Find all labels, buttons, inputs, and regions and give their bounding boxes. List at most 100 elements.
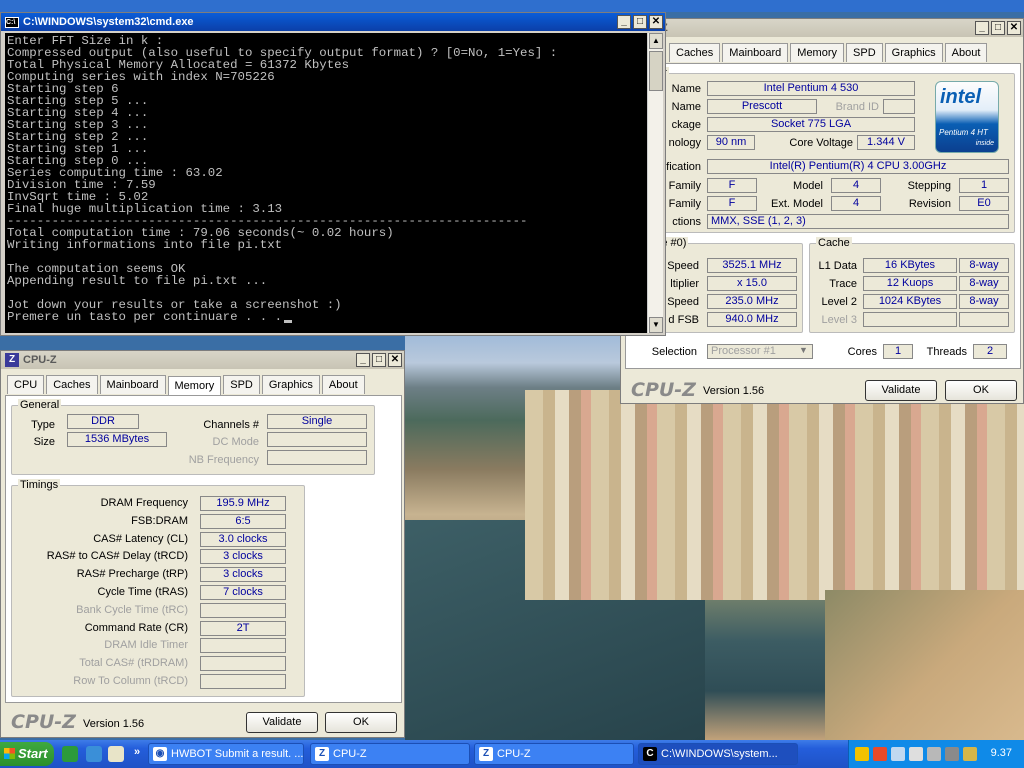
quicklaunch-notepad-icon[interactable] [108, 746, 124, 762]
package-label: ckage [671, 119, 701, 131]
close-button[interactable]: ✕ [388, 353, 402, 367]
maximize-button[interactable]: □ [991, 21, 1005, 35]
ok-button[interactable]: OK [945, 380, 1017, 401]
task-cmd[interactable]: C C:\WINDOWS\system... [638, 743, 798, 765]
intel-logo-sub: Pentium 4 HT [939, 128, 988, 137]
cmd-titlebar[interactable]: C:\ C:\WINDOWS\system32\cmd.exe _ □ ✕ [1, 13, 665, 31]
validate-button[interactable]: Validate [865, 380, 937, 401]
scroll-up-arrow-icon[interactable]: ▲ [649, 33, 663, 49]
brand-id-label: Brand ID [835, 101, 879, 113]
network-icon[interactable] [873, 747, 887, 761]
taskbar: Start » ◉ HWBOT Submit a result. ... Z CPU… [0, 740, 1024, 768]
firefox-icon: ◉ [153, 747, 167, 761]
specification-field: Intel(R) Pentium(R) 4 CPU 3.00GHz [707, 159, 1009, 174]
timing-value: 3 clocks [200, 549, 286, 565]
core-voltage-label: Core Voltage [789, 137, 853, 149]
security-shield-icon[interactable] [855, 747, 869, 761]
cpuz-icon: Z [479, 747, 493, 761]
system-tray: 9.37 [848, 740, 1024, 768]
tab-memory[interactable]: Memory [790, 43, 845, 62]
clock: 9.37 [990, 747, 1012, 759]
validate-button[interactable]: Validate [246, 712, 318, 733]
tab-about[interactable]: About [321, 375, 365, 394]
general-group-label: General [18, 399, 62, 411]
cpuz-memory-window: Z CPU-Z _ □ ✕ CPU Caches Mainboard Memory SP… [0, 350, 405, 738]
start-button[interactable]: Start [0, 742, 54, 766]
timing-label: CAS# Latency (CL) [93, 532, 188, 545]
console-line: Premere un tasto per continuare . . . [7, 311, 646, 323]
tab-caches[interactable]: Caches [669, 43, 721, 62]
nb-frequency-label: NB Frequency [188, 454, 259, 466]
volume-icon[interactable] [963, 747, 977, 761]
code-name-field: Prescott [707, 99, 817, 114]
package-field: Socket 775 LGA [707, 117, 915, 132]
model-field: 4 [831, 178, 881, 193]
timing-label: DRAM Idle Timer [104, 639, 188, 652]
tab-spd[interactable]: SPD [223, 375, 260, 394]
stepping-field: 1 [959, 178, 1009, 193]
tab-caches[interactable]: Caches [46, 375, 98, 394]
maximize-button[interactable]: □ [633, 15, 647, 29]
console-output[interactable]: Enter FFT Size in k : Compressed output (… [5, 33, 648, 333]
tab-mainboard[interactable]: Mainboard [99, 375, 166, 394]
tab-spd[interactable]: SPD [846, 43, 883, 62]
timing-value: 7 clocks [200, 585, 286, 600]
quicklaunch-ie-icon[interactable] [86, 746, 102, 762]
task-cpuz-2[interactable]: Z CPU-Z [474, 743, 634, 765]
task-cpuz-1[interactable]: Z CPU-Z [310, 743, 470, 765]
l1-data-way-field: 8-way [959, 258, 1009, 273]
selection-label: Selection [651, 346, 697, 358]
cache-group-label: Cache [816, 237, 852, 249]
tab-graphics[interactable]: Graphics [261, 375, 320, 394]
tab-mainboard[interactable]: Mainboard [722, 43, 789, 62]
l1-data-label: L1 Data [818, 260, 857, 272]
vertical-scrollbar[interactable]: ▲ ▼ [647, 33, 663, 333]
tab-about[interactable]: About [944, 43, 988, 62]
scroll-down-arrow-icon[interactable]: ▼ [649, 317, 663, 333]
timing-label: Bank Cycle Time (tRC) [76, 603, 188, 616]
minimize-button[interactable]: _ [617, 15, 631, 29]
version-label: Version 1.56 [703, 385, 765, 397]
intel-logo-inside: inside [975, 140, 994, 147]
timing-label: Command Rate (CR) [84, 621, 188, 634]
cpuz-logo: CPU-Z [631, 379, 696, 401]
timing-value: 3.0 clocks [200, 531, 286, 547]
timing-value [200, 638, 286, 654]
clock-tray-icon[interactable] [945, 747, 959, 761]
window-title: CPU-Z [23, 354, 57, 366]
desktop-icons-strip [0, 0, 1024, 12]
task-hwbot[interactable]: ◉ HWBOT Submit a result. ... [148, 743, 304, 765]
minimize-button[interactable]: _ [975, 21, 989, 35]
cpuz-memory-titlebar[interactable]: Z CPU-Z _ □ ✕ [1, 351, 404, 369]
multiplier-field: x 15.0 [707, 276, 797, 291]
scroll-thumb[interactable] [649, 51, 663, 91]
dc-mode-field [267, 432, 367, 447]
minimize-button[interactable]: _ [356, 353, 370, 367]
name-field: Intel Pentium 4 530 [707, 81, 915, 96]
level2-way-field: 8-way [959, 294, 1009, 309]
timing-value [200, 602, 286, 618]
device-icon[interactable] [909, 747, 923, 761]
tab-memory[interactable]: Memory [167, 376, 222, 396]
chevron-down-icon[interactable]: ▼ [799, 345, 808, 355]
cpuz-app-icon: Z [5, 353, 19, 367]
timing-label: RAS# to CAS# Delay (tRCD) [46, 550, 188, 563]
calendar-icon[interactable] [927, 747, 941, 761]
search-icon[interactable] [891, 747, 905, 761]
cpuz-logo: CPU-Z [11, 711, 76, 733]
close-button[interactable]: ✕ [1007, 21, 1021, 35]
maximize-button[interactable]: □ [372, 353, 386, 367]
core-voltage-field: 1.344 V [857, 135, 915, 150]
timing-value: 2T [200, 620, 286, 636]
cpuz-cpu-titlebar[interactable]: Z _ □ ✕ [621, 19, 1023, 37]
timing-label: Total CAS# (tRDRAM) [79, 657, 188, 670]
quicklaunch-more-icon[interactable]: » [134, 746, 140, 758]
threads-label: Threads [926, 346, 967, 358]
quicklaunch-browser-icon[interactable] [62, 746, 78, 762]
ok-button[interactable]: OK [325, 712, 397, 733]
close-button[interactable]: ✕ [649, 15, 663, 29]
tab-graphics[interactable]: Graphics [884, 43, 943, 62]
tab-cpu[interactable]: CPU [7, 375, 45, 394]
processor-select[interactable]: Processor #1 [707, 344, 813, 359]
trace-way-field: 8-way [959, 276, 1009, 291]
